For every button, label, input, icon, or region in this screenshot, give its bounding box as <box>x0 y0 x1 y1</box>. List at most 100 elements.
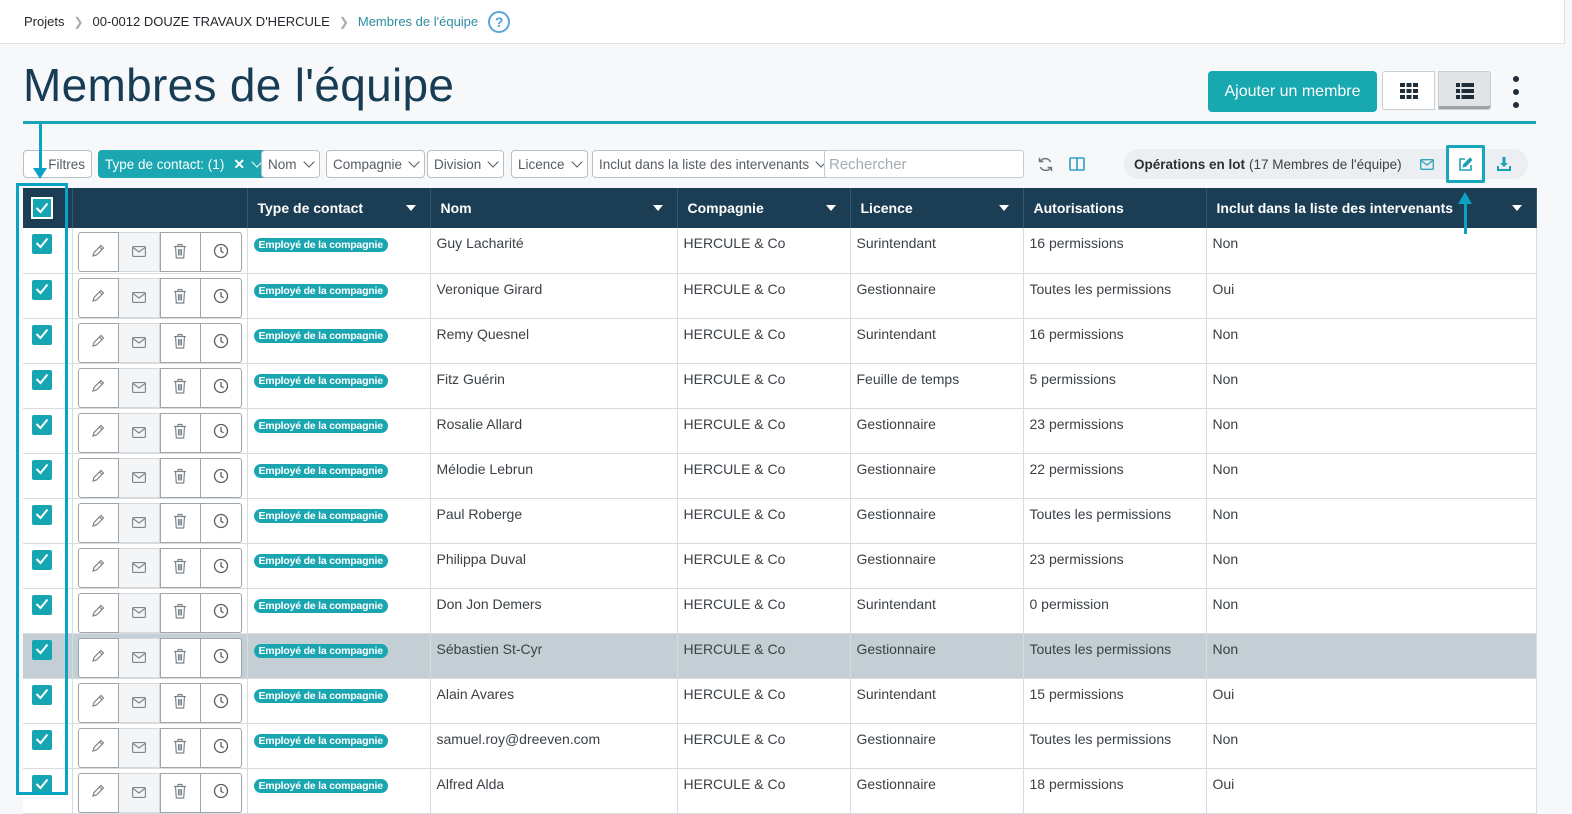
history-button[interactable] <box>200 772 242 812</box>
email-button[interactable] <box>118 682 160 722</box>
history-button[interactable] <box>200 322 242 362</box>
delete-button[interactable] <box>159 727 201 767</box>
history-button[interactable] <box>200 727 242 767</box>
email-button[interactable] <box>118 322 160 362</box>
search-input[interactable] <box>824 150 1024 178</box>
history-button[interactable] <box>200 637 242 677</box>
email-button[interactable] <box>118 232 160 272</box>
email-button[interactable] <box>118 727 160 767</box>
filter-contact-type[interactable]: Type de contact: (1) ✕ <box>98 150 269 178</box>
delete-button[interactable] <box>159 772 201 812</box>
filter-nom[interactable]: Nom <box>261 150 320 178</box>
email-button[interactable] <box>118 412 160 452</box>
email-button[interactable] <box>118 367 160 407</box>
delete-button[interactable] <box>159 367 201 407</box>
refresh-icon[interactable] <box>1035 154 1055 174</box>
checkbox-column-highlight <box>16 183 68 795</box>
edit-button[interactable] <box>77 592 119 632</box>
table-row[interactable]: Employé de la compagnie Paul Roberge HERCU… <box>23 498 1537 544</box>
breadcrumb-project[interactable]: 00-0012 DOUZE TRAVAUX D'HERCULE <box>93 14 330 29</box>
delete-button[interactable] <box>159 547 201 587</box>
table-row[interactable]: Employé de la compagnie Alain Avares HERCU… <box>23 678 1537 724</box>
edit-button[interactable] <box>77 772 119 812</box>
more-vertical-icon[interactable] <box>1508 76 1524 108</box>
edit-button[interactable] <box>77 682 119 722</box>
edit-button[interactable] <box>77 547 119 587</box>
history-button[interactable] <box>200 547 242 587</box>
history-button[interactable] <box>200 457 242 497</box>
breadcrumb-projets[interactable]: Projets <box>24 14 64 29</box>
header-licence[interactable]: Licence <box>850 188 1024 228</box>
table-row[interactable]: Employé de la compagnie Alfred Alda HERCUL… <box>23 768 1537 814</box>
table-row[interactable]: Employé de la compagnie Fitz Guérin HERCUL… <box>23 363 1537 409</box>
header-type-contact[interactable]: Type de contact <box>247 188 431 228</box>
header-nom[interactable]: Nom <box>430 188 678 228</box>
table-row[interactable]: Employé de la compagnie Mélodie Lebrun HER… <box>23 453 1537 499</box>
grid-view-button[interactable] <box>1382 71 1435 110</box>
email-button[interactable] <box>118 772 160 812</box>
edit-button[interactable] <box>77 232 119 272</box>
delete-button[interactable] <box>159 502 201 542</box>
history-button[interactable] <box>200 367 242 407</box>
edit-button[interactable] <box>77 502 119 542</box>
history-button[interactable] <box>200 277 242 317</box>
filter-division[interactable]: Division <box>427 150 505 178</box>
header-compagnie[interactable]: Compagnie <box>677 188 851 228</box>
delete-button[interactable] <box>159 637 201 677</box>
header-intervenants[interactable]: Inclut dans la liste des intervenants <box>1206 188 1537 228</box>
history-button[interactable] <box>200 232 242 272</box>
history-button[interactable] <box>200 592 242 632</box>
email-button[interactable] <box>118 637 160 677</box>
email-button[interactable] <box>118 502 160 542</box>
batch-mail-icon[interactable] <box>1417 154 1437 174</box>
history-button[interactable] <box>200 412 242 452</box>
edit-button[interactable] <box>77 277 119 317</box>
table-row[interactable]: Employé de la compagnie Veronique Girard H… <box>23 273 1537 319</box>
header-autorisations[interactable]: Autorisations <box>1023 188 1207 228</box>
edit-button[interactable] <box>77 412 119 452</box>
help-icon[interactable]: ? <box>488 10 511 33</box>
delete-button[interactable] <box>159 412 201 452</box>
email-button[interactable] <box>118 277 160 317</box>
delete-button[interactable] <box>159 322 201 362</box>
download-icon[interactable] <box>1494 154 1514 174</box>
sort-icon[interactable] <box>998 205 1009 211</box>
delete-button[interactable] <box>159 232 201 272</box>
cell-autorisations: 16 permissions <box>1023 318 1207 364</box>
sort-icon[interactable] <box>1511 205 1522 211</box>
edit-button[interactable] <box>77 322 119 362</box>
sort-icon[interactable] <box>825 205 836 211</box>
table-row[interactable]: Employé de la compagnie Sébastien St-Cyr H… <box>23 633 1537 679</box>
table-row[interactable]: Employé de la compagnie Rosalie Allard HER… <box>23 408 1537 454</box>
delete-button[interactable] <box>159 277 201 317</box>
filter-licence[interactable]: Licence <box>511 150 588 178</box>
delete-button[interactable] <box>159 457 201 497</box>
history-button[interactable] <box>200 502 242 542</box>
sort-icon[interactable] <box>652 205 663 211</box>
close-icon[interactable]: ✕ <box>233 156 245 173</box>
edit-button[interactable] <box>77 727 119 767</box>
filter-intervenants-label: Inclut dans la liste des intervenants <box>599 156 810 172</box>
table-row[interactable]: Employé de la compagnie Guy Lacharité HERC… <box>23 228 1537 274</box>
add-member-button[interactable]: Ajouter un membre <box>1208 71 1377 112</box>
batch-edit-button[interactable] <box>1446 145 1485 183</box>
email-button[interactable] <box>118 592 160 632</box>
table-row[interactable]: Employé de la compagnie samuel.roy@dreeve… <box>23 723 1537 769</box>
table-row[interactable]: Employé de la compagnie Don Jon Demers HER… <box>23 588 1537 634</box>
filter-compagnie[interactable]: Compagnie <box>326 150 426 178</box>
filter-intervenants[interactable]: Inclut dans la liste des intervenants <box>592 150 833 178</box>
history-button[interactable] <box>200 682 242 722</box>
email-button[interactable] <box>118 457 160 497</box>
edit-button[interactable] <box>77 457 119 497</box>
edit-button[interactable] <box>77 367 119 407</box>
delete-button[interactable] <box>159 592 201 632</box>
columns-icon[interactable] <box>1067 154 1087 174</box>
edit-button[interactable] <box>77 637 119 677</box>
table-row[interactable]: Employé de la compagnie Philippa Duval HER… <box>23 543 1537 589</box>
sort-icon[interactable] <box>405 205 416 211</box>
list-view-button[interactable] <box>1438 71 1491 110</box>
delete-button[interactable] <box>159 682 201 722</box>
email-button[interactable] <box>118 547 160 587</box>
table-row[interactable]: Employé de la compagnie Remy Quesnel HERCU… <box>23 318 1537 364</box>
cell-intervenants: Non <box>1206 588 1537 634</box>
